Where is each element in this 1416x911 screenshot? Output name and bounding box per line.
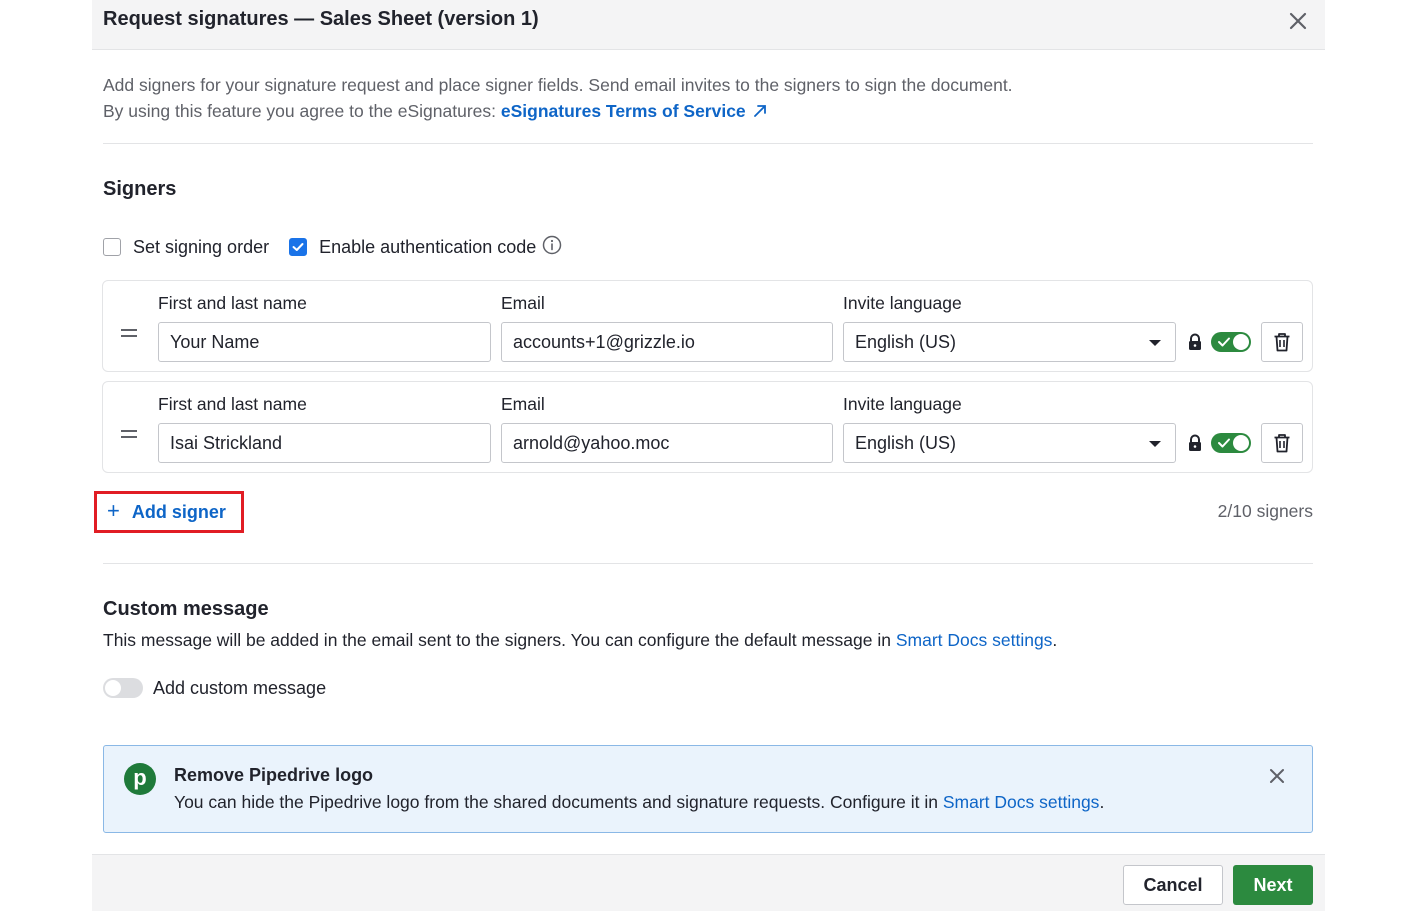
- smart-docs-settings-link[interactable]: Smart Docs settings: [943, 792, 1100, 812]
- smart-docs-settings-link[interactable]: Smart Docs settings: [896, 630, 1053, 650]
- modal-footer: Cancel Next: [92, 854, 1325, 911]
- name-input[interactable]: Isai Strickland: [158, 423, 491, 463]
- add-signer-button[interactable]: + Add signer: [94, 491, 244, 533]
- info-icon[interactable]: [542, 235, 562, 260]
- divider: [103, 143, 1313, 144]
- language-select-value: English (US): [855, 331, 957, 352]
- next-button[interactable]: Next: [1233, 865, 1313, 905]
- modal-header: Request signatures — Sales Sheet (versio…: [92, 0, 1325, 50]
- caret-down-icon: [1149, 441, 1161, 447]
- set-signing-order-label: Set signing order: [133, 236, 270, 257]
- delete-signer-button[interactable]: [1261, 423, 1303, 463]
- banner-text-suffix: .: [1099, 792, 1105, 812]
- email-label: Email: [501, 394, 545, 414]
- intro-line-2-prefix: By using this feature you agree to the e…: [103, 101, 501, 121]
- language-label: Invite language: [843, 293, 962, 313]
- name-label: First and last name: [158, 293, 307, 313]
- intro-line-1: Add signers for your signature request a…: [103, 75, 1013, 95]
- pipedrive-logo-icon: p: [124, 763, 156, 795]
- email-input[interactable]: accounts+1@grizzle.io: [501, 322, 833, 362]
- language-select[interactable]: English (US): [843, 423, 1176, 463]
- checkmark-icon: [292, 242, 304, 251]
- name-label: First and last name: [158, 394, 307, 414]
- trash-icon: [1274, 333, 1290, 352]
- name-input[interactable]: Your Name: [158, 322, 491, 362]
- signer-row: First and last name Email Invite languag…: [102, 381, 1313, 473]
- check-icon: [1218, 337, 1230, 347]
- modal-title: Request signatures — Sales Sheet (versio…: [103, 8, 539, 30]
- close-icon[interactable]: [1267, 766, 1287, 791]
- lock-icon: [1187, 434, 1203, 457]
- language-select[interactable]: English (US): [843, 322, 1176, 362]
- set-signing-order-checkbox[interactable]: [103, 238, 121, 256]
- request-signatures-modal: Request signatures — Sales Sheet (versio…: [92, 0, 1325, 911]
- custom-message-toggle[interactable]: [103, 678, 143, 698]
- enable-auth-code-label: Enable authentication code: [319, 236, 537, 257]
- email-input[interactable]: arnold@yahoo.moc: [501, 423, 833, 463]
- intro-line-2: By using this feature you agree to the e…: [103, 98, 1013, 126]
- custom-message-toggle-label: Add custom message: [153, 677, 327, 698]
- trash-icon: [1274, 434, 1290, 453]
- delete-signer-button[interactable]: [1261, 322, 1303, 362]
- caret-down-icon: [1149, 340, 1161, 346]
- auth-code-toggle[interactable]: [1211, 332, 1251, 352]
- signers-title: Signers: [103, 178, 177, 200]
- banner-text: You can hide the Pipedrive logo from the…: [174, 792, 1104, 813]
- custom-message-option: Add custom message: [103, 677, 326, 699]
- intro-text: Add signers for your signature request a…: [103, 72, 1013, 126]
- custom-message-desc-suffix: .: [1052, 630, 1058, 650]
- language-label: Invite language: [843, 394, 962, 414]
- add-signer-label: Add signer: [131, 501, 226, 522]
- email-label: Email: [501, 293, 545, 313]
- signer-row: First and last name Email Invite languag…: [102, 280, 1313, 372]
- custom-message-title: Custom message: [103, 598, 269, 620]
- close-icon[interactable]: [1286, 9, 1310, 33]
- banner-text-prefix: You can hide the Pipedrive logo from the…: [174, 792, 943, 812]
- external-link-icon[interactable]: [752, 100, 768, 126]
- signer-options: Set signing order Enable authentication …: [103, 235, 562, 260]
- remove-logo-banner: p Remove Pipedrive logo You can hide the…: [103, 745, 1313, 833]
- drag-handle-icon[interactable]: [121, 329, 137, 339]
- auth-code-toggle[interactable]: [1211, 433, 1251, 453]
- tos-link[interactable]: eSignatures Terms of Service: [501, 101, 746, 121]
- enable-auth-code-checkbox[interactable]: [289, 238, 308, 256]
- divider: [103, 563, 1313, 564]
- lock-icon: [1187, 333, 1203, 356]
- plus-icon: +: [107, 498, 120, 523]
- custom-message-desc-prefix: This message will be added in the email …: [103, 630, 896, 650]
- drag-handle-icon[interactable]: [121, 430, 137, 440]
- check-icon: [1218, 438, 1230, 448]
- cancel-button[interactable]: Cancel: [1123, 865, 1223, 905]
- language-select-value: English (US): [855, 432, 957, 453]
- banner-title: Remove Pipedrive logo: [174, 765, 374, 785]
- signer-count: 2/10 signers: [1217, 501, 1313, 521]
- custom-message-description: This message will be added in the email …: [103, 630, 1057, 651]
